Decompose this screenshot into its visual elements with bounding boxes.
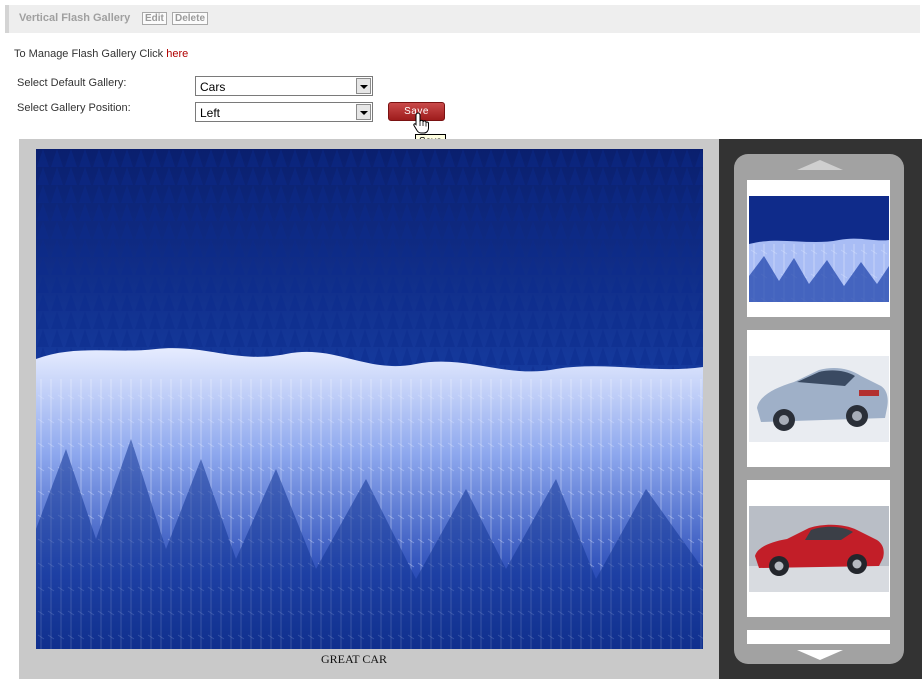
main-gallery-image[interactable] xyxy=(36,149,703,649)
edit-button[interactable]: Edit xyxy=(142,12,167,25)
thumbnail-image xyxy=(749,196,889,302)
chevron-down-icon[interactable] xyxy=(356,104,371,120)
arrow-up-icon[interactable] xyxy=(797,160,843,170)
hand-cursor-icon xyxy=(413,112,429,134)
default-gallery-select[interactable]: Cars xyxy=(195,76,373,96)
manage-gallery-line: To Manage Flash Gallery Click here xyxy=(14,48,188,60)
thumbnail-red-car[interactable] xyxy=(747,480,890,617)
arrow-down-icon[interactable] xyxy=(797,650,843,660)
thumbnail-image xyxy=(749,506,889,592)
widget-title: Vertical Flash Gallery xyxy=(19,12,131,24)
image-caption: GREAT CAR xyxy=(320,652,388,666)
gallery-position-label: Select Gallery Position: xyxy=(17,102,131,114)
gallery-position-select[interactable]: Left xyxy=(195,102,373,122)
thumbnail-image xyxy=(749,356,889,442)
gallery-position-value: Left xyxy=(200,106,221,120)
winter-forest-image xyxy=(36,149,703,649)
manage-gallery-text: To Manage Flash Gallery Click xyxy=(14,48,167,60)
default-gallery-value: Cars xyxy=(200,80,226,94)
chevron-down-icon[interactable] xyxy=(356,78,371,94)
default-gallery-label: Select Default Gallery: xyxy=(17,77,127,89)
thumbnail-silver-car[interactable] xyxy=(747,330,890,467)
delete-button[interactable]: Delete xyxy=(172,12,209,25)
thumbnail-winter-forest[interactable] xyxy=(747,180,890,317)
thumbnail-partial[interactable] xyxy=(747,630,890,644)
manage-gallery-link[interactable]: here xyxy=(166,48,188,60)
widget-header: Vertical Flash Gallery Edit Delete xyxy=(5,5,920,33)
